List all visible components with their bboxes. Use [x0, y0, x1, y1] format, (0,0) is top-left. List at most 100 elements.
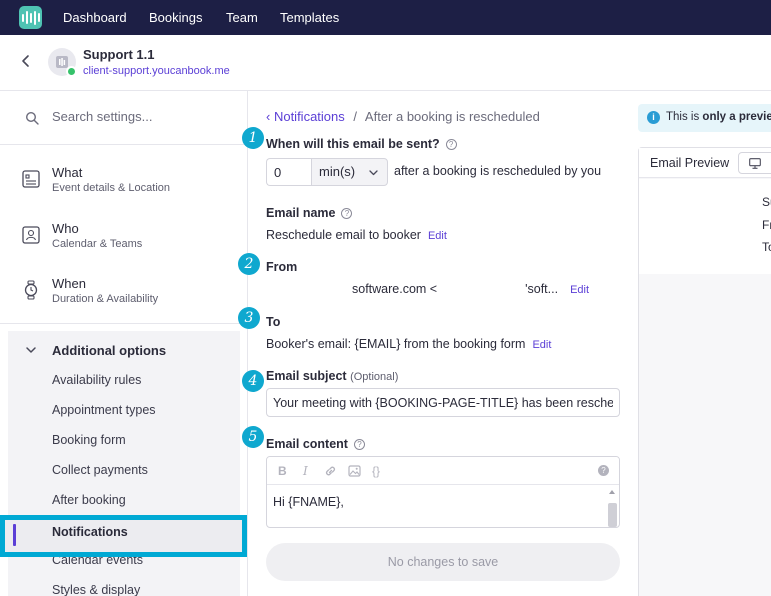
search-icon	[25, 111, 39, 125]
step-badge: 3	[238, 307, 260, 329]
breadcrumb-separator: /	[353, 109, 358, 124]
sidebar-item-who[interactable]: Who Calendar & Teams	[0, 208, 247, 264]
send-timing-label: When will this email be sent??	[266, 137, 457, 151]
step-badge: 4	[242, 370, 264, 392]
email-content-body[interactable]: Hi {FNAME},	[273, 495, 344, 509]
additional-options-toggle[interactable]: Additional options	[8, 339, 240, 363]
device-toggle[interactable]	[738, 152, 771, 174]
scrollbar-thumb[interactable]	[608, 503, 617, 527]
sidebar-item-subtitle: Duration & Availability	[52, 293, 159, 305]
breadcrumb-current: After a booking is rescheduled	[364, 109, 540, 124]
from-label: From	[266, 260, 298, 274]
preview-title: Email Preview	[650, 156, 730, 170]
email-subject-input[interactable]	[266, 388, 620, 417]
save-button[interactable]: No changes to save	[266, 543, 620, 581]
details-icon	[22, 170, 40, 188]
from-value-address: 'soft...	[525, 282, 559, 296]
search-input[interactable]	[52, 109, 232, 124]
sidebar-item-notifications-label: Notifications	[52, 525, 128, 539]
nav-team[interactable]: Team	[226, 10, 258, 25]
help-icon[interactable]: ?	[341, 208, 353, 219]
italic-button[interactable]: I	[303, 464, 308, 478]
desktop-monitor-icon[interactable]	[749, 158, 761, 169]
watch-icon	[24, 280, 38, 300]
editor-toolbar: B I {} ?	[267, 457, 619, 485]
page-title: Support 1.1	[83, 47, 155, 62]
sidebar-item-after-booking[interactable]: After booking	[52, 493, 126, 507]
from-value-domain: software.com <	[352, 282, 438, 296]
sidebar-item-title: What	[52, 165, 83, 180]
sidebar-item-what[interactable]: What Event details & Location	[0, 152, 247, 208]
preview-info-text: This is only a preview	[666, 111, 771, 123]
preview-subject-line: Su	[762, 195, 771, 209]
breadcrumb-link-label: Notifications	[273, 109, 345, 124]
email-subject-label-text: Email subject	[266, 369, 347, 383]
to-value: Booker's email: {EMAIL} from the booking…	[266, 337, 526, 351]
edit-to-link[interactable]: Edit	[532, 339, 551, 351]
step-badge: 2	[238, 253, 260, 275]
sidebar-item-appointment-types[interactable]: Appointment types	[52, 403, 156, 417]
info-icon: i	[647, 111, 660, 124]
step-badge: 5	[242, 426, 264, 448]
chevron-down-icon	[26, 347, 36, 353]
from-row: software.com < 'soft... Edit	[352, 282, 589, 296]
breadcrumb-back-link[interactable]: ‹ Notifications	[266, 109, 345, 124]
nav-templates[interactable]: Templates	[280, 10, 339, 25]
email-content-label-text: Email content	[266, 437, 348, 451]
send-timing-label-text: When will this email be sent?	[266, 137, 440, 151]
timing-unit-select[interactable]: min(s)	[311, 158, 388, 186]
settings-sidebar: What Event details & Location Who Calend…	[0, 91, 248, 596]
active-indicator	[13, 524, 16, 546]
email-preview-panel: Email Preview Su Fr To	[638, 147, 771, 596]
page-url-link[interactable]: client-support.youcanbook.me	[83, 65, 230, 77]
sidebar-item-subtitle: Event details & Location	[52, 182, 171, 194]
timing-amount-input[interactable]	[266, 158, 312, 186]
email-name-label: Email name?	[266, 206, 353, 220]
email-name-row: Reschedule email to booker Edit	[266, 228, 447, 242]
page-header: Support 1.1 client-support.youcanbook.me	[0, 35, 771, 91]
sidebar-item-availability-rules[interactable]: Availability rules	[52, 373, 141, 387]
email-name-value: Reschedule email to booker	[266, 228, 421, 242]
step-badge: 1	[242, 127, 264, 149]
to-row: Booker's email: {EMAIL} from the booking…	[266, 337, 551, 351]
breadcrumb: ‹ Notifications / After a booking is res…	[266, 109, 540, 124]
notification-editor: ‹ Notifications / After a booking is res…	[238, 91, 638, 596]
editor-help-icon[interactable]: ?	[598, 465, 609, 476]
bold-button[interactable]: B	[278, 464, 287, 478]
app-logo-icon[interactable]	[19, 6, 42, 29]
sidebar-item-subtitle: Calendar & Teams	[52, 238, 143, 250]
sidebar-item-collect-payments[interactable]: Collect payments	[52, 463, 148, 477]
sidebar-item-when[interactable]: When Duration & Availability	[0, 263, 247, 319]
preview-header: Email Preview	[639, 148, 771, 178]
code-button[interactable]: {}	[372, 464, 380, 478]
email-subject-label: Email subject (Optional)	[266, 369, 398, 383]
preview-to-line: To	[762, 240, 771, 254]
nav-dashboard[interactable]: Dashboard	[63, 10, 127, 25]
email-content-label: Email content?	[266, 437, 365, 451]
sidebar-item-title: When	[52, 276, 86, 291]
sidebar-item-title: Who	[52, 221, 79, 236]
edit-email-name-link[interactable]: Edit	[428, 230, 447, 242]
banner-bold: only a preview	[702, 111, 771, 123]
image-icon[interactable]	[348, 465, 361, 477]
help-icon[interactable]: ?	[445, 139, 457, 150]
back-arrow-icon[interactable]	[19, 54, 33, 68]
banner-prefix: This is	[666, 111, 703, 123]
contact-card-icon	[22, 226, 40, 244]
edit-from-link[interactable]: Edit	[570, 284, 589, 296]
preview-info-banner: i This is only a preview	[638, 104, 771, 132]
scroll-up-arrow-icon[interactable]	[609, 490, 615, 494]
help-icon[interactable]: ?	[353, 439, 365, 450]
top-navigation: Dashboard Bookings Team Templates	[0, 0, 771, 35]
additional-options-title: Additional options	[52, 343, 167, 358]
sidebar-item-booking-form[interactable]: Booking form	[52, 433, 126, 447]
sidebar-item-styles-display[interactable]: Styles & display	[52, 583, 140, 596]
settings-search	[0, 91, 247, 145]
email-name-label-text: Email name	[266, 206, 336, 220]
to-label: To	[266, 315, 281, 329]
nav-bookings[interactable]: Bookings	[149, 10, 202, 25]
preview-from-line: Fr	[762, 218, 771, 232]
email-content-editor[interactable]: B I {} ? Hi {FNAME},	[266, 456, 620, 528]
editor-scrollbar[interactable]	[607, 487, 617, 527]
link-icon[interactable]	[324, 465, 337, 477]
